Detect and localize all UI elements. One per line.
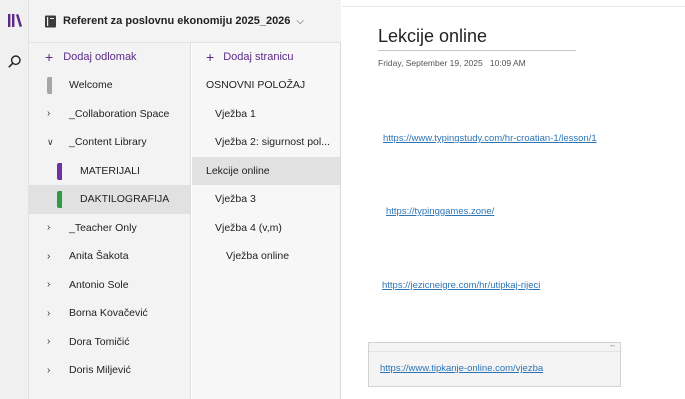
section-label: Dora Tomičić bbox=[69, 335, 130, 348]
container-handle[interactable]: ↔ bbox=[369, 342, 622, 352]
chevron-right-icon[interactable]: › bbox=[47, 308, 50, 319]
section-daktilografija[interactable]: DAKTILOGRAFIJA bbox=[29, 185, 190, 214]
section-group-borna-kovacevic[interactable]: › Borna Kovačević bbox=[29, 299, 190, 328]
section-group-dora-tomicic[interactable]: › Dora Tomičić bbox=[29, 328, 190, 357]
link-typinggames[interactable]: https://typinggames.zone/ bbox=[386, 206, 494, 217]
left-rail bbox=[0, 0, 29, 399]
plus-icon: + bbox=[206, 49, 215, 65]
notebook-icon bbox=[45, 15, 56, 27]
section-welcome[interactable]: Welcome bbox=[29, 71, 190, 100]
pages-pane: + Dodaj stranicu OSNOVNI POLOŽAJ Vježba … bbox=[192, 43, 341, 399]
notebook-title: Referent za poslovnu ekonomiju 2025_2026 bbox=[63, 15, 291, 27]
section-group-anita-sakota[interactable]: › Anita Šakota bbox=[29, 242, 190, 271]
add-section-label: Dodaj odlomak bbox=[63, 51, 137, 63]
page-item[interactable]: Vježba 1 bbox=[192, 100, 340, 129]
search-button[interactable] bbox=[0, 48, 29, 74]
section-label: Antonio Sole bbox=[69, 278, 129, 291]
section-tab-icon bbox=[57, 191, 62, 208]
chevron-down-icon[interactable]: ∨ bbox=[47, 137, 54, 148]
section-label: _Teacher Only bbox=[69, 221, 137, 234]
section-label: Anita Šakota bbox=[69, 250, 129, 263]
plus-icon: + bbox=[45, 49, 54, 65]
page-item[interactable]: Vježba online bbox=[192, 242, 340, 271]
link-jezicneigre[interactable]: https://jezicneigre.com/hr/utipkaj-rijec… bbox=[382, 280, 540, 291]
add-page-label: Dodaj stranicu bbox=[223, 51, 294, 63]
section-materijali[interactable]: MATERIJALI bbox=[29, 157, 190, 186]
chevron-right-icon[interactable]: › bbox=[47, 279, 50, 290]
section-group-teacher-only[interactable]: › _Teacher Only bbox=[29, 214, 190, 243]
section-group-doris-miljevic[interactable]: › Doris Miljević bbox=[29, 356, 190, 385]
section-label: DAKTILOGRAFIJA bbox=[80, 193, 170, 206]
search-icon bbox=[8, 54, 21, 68]
chevron-right-icon[interactable]: › bbox=[47, 336, 50, 347]
link-tipkanje-online[interactable]: https://www.tipkanje-online.com/vjezba bbox=[380, 363, 543, 374]
chevron-right-icon[interactable]: › bbox=[47, 222, 50, 233]
notebooks-icon bbox=[7, 13, 22, 27]
page-timestamp: Friday, September 19, 2025 10:09 AM bbox=[378, 58, 526, 68]
page-date: Friday, September 19, 2025 bbox=[378, 58, 483, 68]
page-item[interactable]: OSNOVNI POLOŽAJ bbox=[192, 71, 340, 100]
add-section-button[interactable]: + Dodaj odlomak bbox=[29, 43, 190, 71]
section-group-antonio-sole[interactable]: › Antonio Sole bbox=[29, 271, 190, 300]
page-item-selected[interactable]: Lekcije online bbox=[192, 156, 340, 185]
section-label: Doris Miljević bbox=[69, 364, 131, 377]
section-tab-icon bbox=[57, 162, 62, 180]
note-container[interactable]: ↔ https://www.tipkanje-online.com/vjezba bbox=[368, 342, 622, 387]
section-group-collaboration-space[interactable]: › _Collaboration Space bbox=[29, 100, 190, 129]
chevron-down-icon: ⌵ bbox=[296, 15, 305, 27]
section-group-content-library[interactable]: ∨ _Content Library bbox=[29, 128, 190, 157]
page-item[interactable]: Vježba 2: sigurnost pol... bbox=[192, 128, 340, 157]
divider bbox=[342, 6, 685, 7]
notebooks-button[interactable] bbox=[0, 7, 29, 33]
section-label: _Content Library bbox=[69, 136, 147, 149]
add-page-button[interactable]: + Dodaj stranicu bbox=[192, 43, 340, 71]
page-canvas[interactable]: Lekcije online Friday, September 19, 202… bbox=[342, 0, 685, 399]
section-label: Borna Kovačević bbox=[69, 307, 148, 320]
notebook-selector[interactable]: Referent za poslovnu ekonomiju 2025_2026… bbox=[29, 0, 341, 43]
section-label: _Collaboration Space bbox=[69, 107, 170, 120]
section-label: MATERIJALI bbox=[80, 164, 140, 177]
resize-handle-icon[interactable]: ↔ bbox=[609, 342, 616, 349]
section-tab-icon bbox=[47, 77, 52, 94]
page-item[interactable]: Vježba 4 (v,m) bbox=[192, 214, 340, 243]
chevron-right-icon[interactable]: › bbox=[47, 108, 50, 119]
section-label: Welcome bbox=[69, 79, 113, 92]
page-time: 10:09 AM bbox=[489, 58, 526, 68]
chevron-right-icon[interactable]: › bbox=[47, 251, 50, 262]
page-title[interactable]: Lekcije online bbox=[378, 26, 487, 47]
title-divider bbox=[378, 50, 576, 51]
page-item[interactable]: Vježba 3 bbox=[192, 185, 340, 214]
link-typingstudy[interactable]: https://www.typingstudy.com/hr-croatian-… bbox=[383, 133, 597, 144]
chevron-right-icon[interactable]: › bbox=[47, 365, 50, 376]
sections-pane: + Dodaj odlomak Welcome › _Collaboration… bbox=[29, 43, 191, 399]
